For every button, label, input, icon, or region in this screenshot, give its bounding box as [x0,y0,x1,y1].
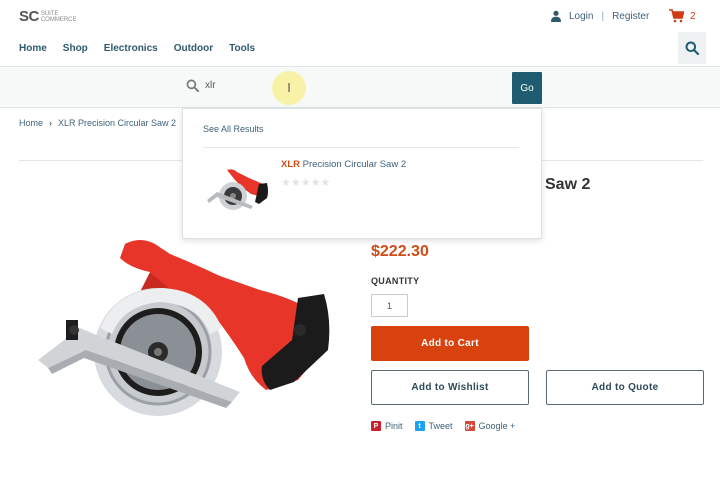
go-button[interactable]: Go [512,72,542,104]
pinit-link[interactable]: P Pinit [371,421,403,431]
quantity-label: QUANTITY [371,276,420,286]
search-results-dropdown: See All Results XLR Precision Circular S… [182,108,542,239]
account-links: Login | Register [550,10,649,22]
result-thumbnail[interactable] [205,166,271,214]
search-bar: I Go [0,66,720,108]
search-icon [186,79,199,92]
chevron-right-icon: › [49,118,53,128]
text-cursor-highlight: I [272,71,306,105]
login-link[interactable]: Login [569,11,593,22]
add-to-wishlist-button[interactable]: Add to Wishlist [371,370,529,405]
share-links: P Pinit t Tweet g+ Google + [371,421,527,431]
see-all-results-link[interactable]: See All Results [203,124,264,134]
nav-item-home[interactable]: Home [19,43,47,54]
google-plus-link[interactable]: g+ Google + [464,421,516,431]
nav-item-electronics[interactable]: Electronics [104,43,158,54]
google-plus-icon: g+ [464,421,475,431]
quantity-input[interactable] [371,294,408,317]
nav-item-tools[interactable]: Tools [229,43,255,54]
cart-button[interactable]: 2 [669,9,696,23]
breadcrumb-home[interactable]: Home [19,118,43,128]
result-rating-stars: ★★★★★ [281,176,331,189]
register-link[interactable]: Register [612,11,649,22]
breadcrumb: Home › XLR Precision Circular Saw 2 [19,118,176,128]
add-to-quote-button[interactable]: Add to Quote [546,370,704,405]
main-nav: Home Shop Electronics Outdoor Tools [19,43,271,54]
logo-subtext: SUITE COMMERCE [40,11,77,23]
account-separator: | [601,10,605,22]
logo[interactable]: SC SUITE COMMERCE [19,8,77,25]
tweet-label: Tweet [428,421,453,431]
header: SC SUITE COMMERCE Login | Register 2 Home… [0,0,720,66]
pinterest-icon: P [371,421,381,431]
text-cursor-icon: I [287,81,291,95]
breadcrumb-current: XLR Precision Circular Saw 2 [58,118,177,128]
twitter-icon: t [414,421,425,431]
cart-count: 2 [690,10,696,22]
product-image [38,240,330,416]
cart-icon [669,9,684,23]
nav-item-outdoor[interactable]: Outdoor [174,43,213,54]
tweet-link[interactable]: t Tweet [414,421,453,431]
nav-item-shop[interactable]: Shop [63,43,88,54]
google-plus-label: Google + [478,421,516,431]
result-product-name[interactable]: XLR Precision Circular Saw 2 [281,159,406,170]
user-icon [551,10,561,22]
search-icon [685,41,699,55]
add-to-cart-button[interactable]: Add to Cart [371,326,529,361]
search-toggle-button[interactable] [678,32,706,64]
dropdown-divider [203,147,519,148]
logo-mark: SC [19,8,39,25]
pinit-label: Pinit [385,421,403,431]
product-price: $222.30 [371,243,429,260]
product-title: Saw 2 [545,176,591,193]
